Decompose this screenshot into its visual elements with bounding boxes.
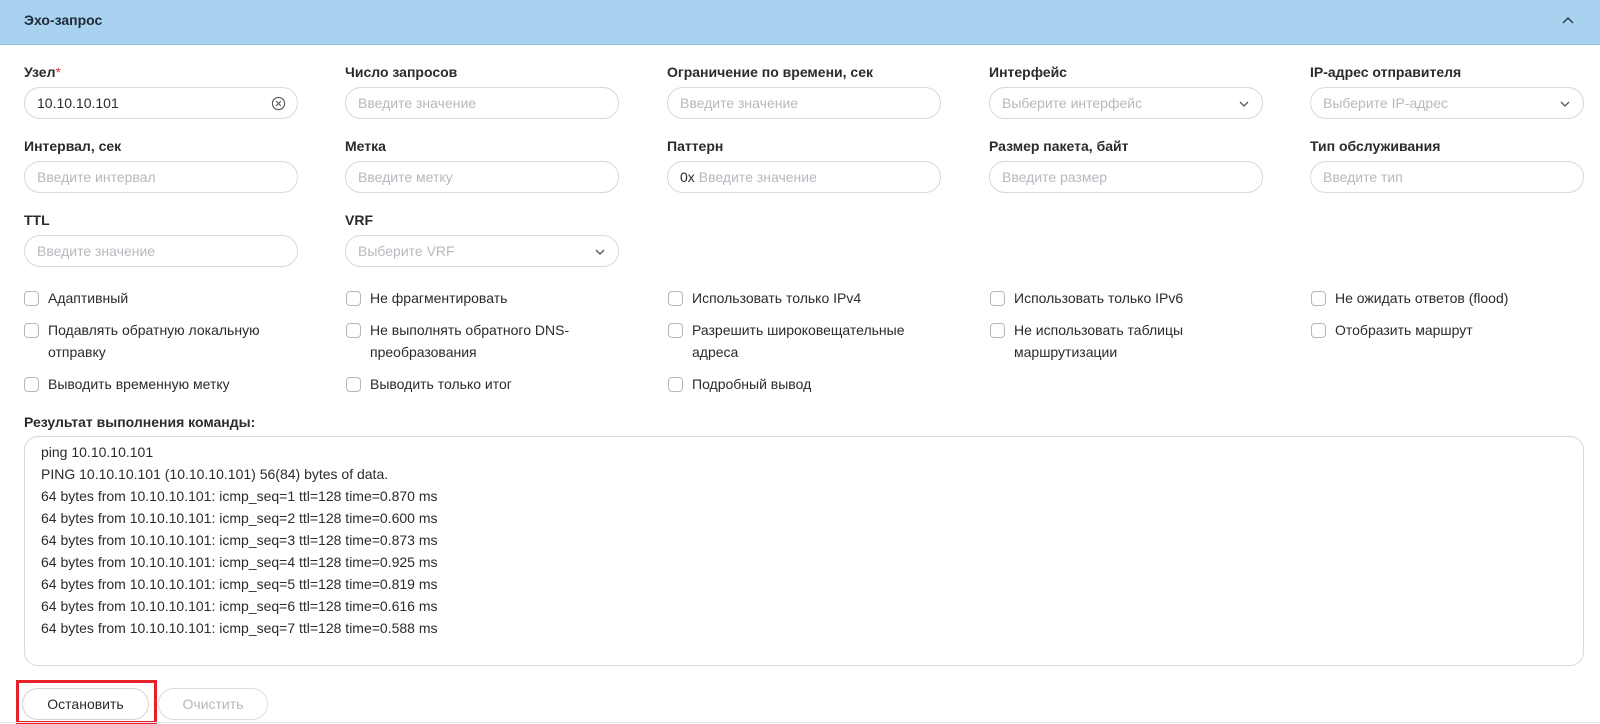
- result-line: ping 10.10.10.101: [41, 444, 154, 460]
- ipv6-only-label: Использовать только IPv6: [1014, 290, 1184, 306]
- result-line: 64 bytes from 10.10.10.101: icmp_seq=6 t…: [41, 598, 438, 614]
- count-placeholder: Введите значение: [358, 95, 477, 111]
- no-routing-checkbox[interactable]: [990, 323, 1005, 338]
- show-route-checkbox[interactable]: [1311, 323, 1326, 338]
- timestamp-checkbox[interactable]: [24, 377, 39, 392]
- broadcast-label-line2: адреса: [692, 344, 739, 360]
- flood-checkbox[interactable]: [1311, 291, 1326, 306]
- pattern-prefix: 0x: [680, 169, 695, 185]
- vrf-select[interactable]: Выберите VRF: [345, 235, 619, 267]
- tos-label: Тип обслуживания: [1310, 138, 1441, 154]
- source-ip-label: IP-адрес отправителя: [1310, 64, 1462, 80]
- no-fragment-label: Не фрагментировать: [370, 290, 508, 306]
- pattern-placeholder: Введите значение: [698, 169, 817, 185]
- packet-size-input[interactable]: Введите размер: [989, 161, 1263, 193]
- vrf-placeholder: Выберите VRF: [358, 243, 455, 259]
- summary-only-label: Выводить только итог: [370, 376, 512, 392]
- show-route-label: Отобразить маршрут: [1335, 322, 1473, 338]
- no-dns-checkbox[interactable]: [346, 323, 361, 338]
- source-ip-select[interactable]: Выберите IP-адрес: [1310, 87, 1584, 119]
- pattern-input[interactable]: 0x Введите значение: [667, 161, 941, 193]
- timeout-label: Ограничение по времени, сек: [667, 64, 873, 80]
- no-fragment-checkbox[interactable]: [346, 291, 361, 306]
- pattern-label: Паттерн: [667, 138, 724, 154]
- chevron-down-icon: [1560, 101, 1570, 107]
- no-dns-label-line1: Не выполнять обратного DNS-: [370, 322, 570, 338]
- packet-size-label: Размер пакета, байт: [989, 138, 1129, 154]
- count-label: Число запросов: [345, 64, 458, 80]
- timeout-placeholder: Введите значение: [680, 95, 799, 111]
- suppress-loopback-checkbox[interactable]: [24, 323, 39, 338]
- host-value: 10.10.10.101: [37, 95, 119, 111]
- no-dns-label-line2: преобразования: [370, 344, 477, 360]
- host-label: Узел*: [24, 64, 61, 80]
- adaptive-label: Адаптивный: [48, 290, 129, 306]
- tos-input[interactable]: Введите тип: [1310, 161, 1584, 193]
- ipv4-only-checkbox[interactable]: [668, 291, 683, 306]
- ipv6-only-checkbox[interactable]: [990, 291, 1005, 306]
- no-routing-label-line2: маршрутизации: [1014, 344, 1118, 360]
- interface-select[interactable]: Выберите интерфейс: [989, 87, 1263, 119]
- interface-label: Интерфейс: [989, 64, 1067, 80]
- result-line: 64 bytes from 10.10.10.101: icmp_seq=2 t…: [41, 510, 438, 526]
- result-output[interactable]: ping 10.10.10.101 PING 10.10.10.101 (10.…: [24, 436, 1584, 666]
- packet-size-placeholder: Введите размер: [1002, 169, 1108, 185]
- result-line: 64 bytes from 10.10.10.101: icmp_seq=1 t…: [41, 488, 438, 504]
- suppress-loopback-label-line2: отправку: [48, 344, 106, 360]
- result-label: Результат выполнения команды:: [24, 414, 256, 430]
- timeout-input[interactable]: Введите значение: [667, 87, 941, 119]
- interval-placeholder: Введите интервал: [37, 169, 156, 185]
- flood-label: Не ожидать ответов (flood): [1335, 290, 1509, 306]
- mark-input[interactable]: Введите метку: [345, 161, 619, 193]
- tos-placeholder: Введите тип: [1323, 169, 1403, 185]
- result-line: 64 bytes from 10.10.10.101: icmp_seq=3 t…: [41, 532, 438, 548]
- count-input[interactable]: Введите значение: [345, 87, 619, 119]
- stop-button[interactable]: Остановить: [22, 688, 149, 720]
- result-line: 64 bytes from 10.10.10.101: icmp_seq=7 t…: [41, 620, 438, 636]
- chevron-down-icon: [1239, 101, 1249, 107]
- section-title: Эхо-запрос: [24, 12, 103, 28]
- clear-circle-icon[interactable]: [271, 96, 286, 111]
- mark-label: Метка: [345, 138, 386, 154]
- required-mark: *: [55, 64, 61, 80]
- verbose-checkbox[interactable]: [668, 377, 683, 392]
- broadcast-label-line1: Разрешить широковещательные: [692, 322, 905, 338]
- ipv4-only-label: Использовать только IPv4: [692, 290, 862, 306]
- chevron-up-icon[interactable]: [1560, 13, 1576, 29]
- suppress-loopback-label-line1: Подавлять обратную локальную: [48, 322, 260, 338]
- chevron-down-icon: [595, 249, 605, 255]
- summary-only-checkbox[interactable]: [346, 377, 361, 392]
- mark-placeholder: Введите метку: [358, 169, 453, 185]
- result-line: 64 bytes from 10.10.10.101: icmp_seq=5 t…: [41, 576, 438, 592]
- verbose-label: Подробный вывод: [692, 376, 812, 392]
- interface-placeholder: Выберите интерфейс: [1002, 95, 1143, 111]
- section-header[interactable]: Эхо-запрос: [0, 0, 1600, 45]
- divider: [0, 722, 1600, 723]
- clear-button[interactable]: Очистить: [158, 688, 268, 720]
- ttl-input[interactable]: Введите значение: [24, 235, 298, 267]
- broadcast-checkbox[interactable]: [668, 323, 683, 338]
- adaptive-checkbox[interactable]: [24, 291, 39, 306]
- ttl-label: TTL: [24, 212, 50, 228]
- host-input[interactable]: 10.10.10.101: [24, 87, 298, 119]
- result-line: 64 bytes from 10.10.10.101: icmp_seq=4 t…: [41, 554, 438, 570]
- timestamp-label: Выводить временную метку: [48, 376, 230, 392]
- result-line: PING 10.10.10.101 (10.10.10.101) 56(84) …: [41, 466, 389, 482]
- interval-input[interactable]: Введите интервал: [24, 161, 298, 193]
- ttl-placeholder: Введите значение: [37, 243, 156, 259]
- vrf-label: VRF: [345, 212, 373, 228]
- interval-label: Интервал, сек: [24, 138, 122, 154]
- no-routing-label-line1: Не использовать таблицы: [1014, 322, 1184, 338]
- source-ip-placeholder: Выберите IP-адрес: [1323, 95, 1449, 111]
